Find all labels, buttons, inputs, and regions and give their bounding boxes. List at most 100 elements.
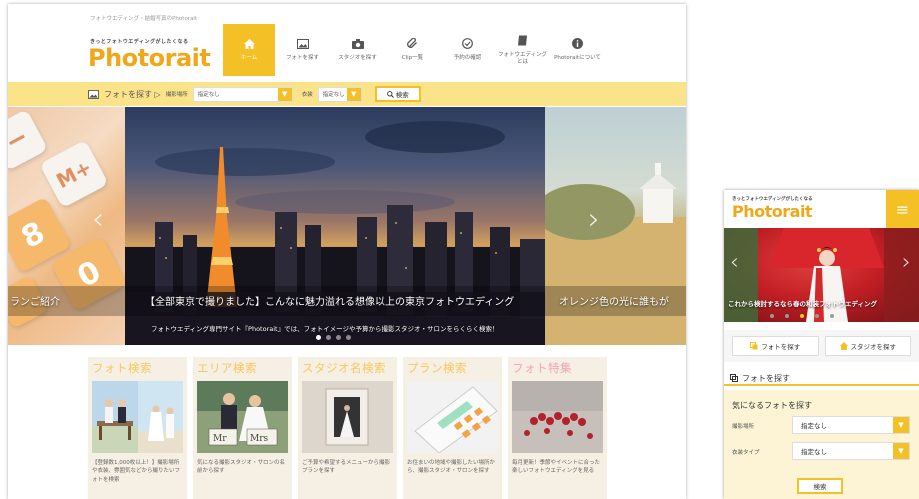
slider-dot[interactable] — [346, 335, 351, 340]
category-description: 毎月更新！季節やイベントに合った楽しいフォトウエディングを見る — [512, 460, 601, 475]
love-petals-photo — [512, 381, 603, 453]
chevron-down-icon: ▼ — [893, 443, 909, 459]
category-photo-search[interactable]: フォト検索 【登録数1,000枚以上！】撮影場所や衣装、雰囲気などから撮りたいフ… — [88, 357, 187, 499]
search-icon — [386, 90, 394, 98]
mobile-costume-label: 衣装タイプ — [732, 450, 760, 456]
slider-dots — [316, 335, 351, 340]
search-button[interactable]: 検索 — [374, 86, 421, 102]
location-select[interactable]: 指定なし ▼ — [192, 86, 293, 102]
camera-icon — [351, 38, 364, 49]
costume-label: 衣装 — [301, 92, 313, 98]
category-description: 気になる撮影スタジオ・サロンの名前から探す — [197, 460, 286, 475]
copy-icon — [750, 342, 758, 350]
slider-dot[interactable] — [830, 314, 834, 318]
nav-home[interactable]: ホーム — [223, 24, 275, 76]
slide-title[interactable]: 【全部東京で撮りました】こんなに魅力溢れる想像以上の東京フォトウエディング — [145, 293, 514, 308]
category-title: フォト検索 — [92, 361, 152, 375]
slider-dot[interactable] — [785, 314, 789, 318]
location-value: 指定なし — [197, 92, 220, 98]
mobile-screenshot: きっとフォトウエディングがしたくなる Photorait ≡ ‹ › これから検… — [724, 190, 919, 499]
image-icon — [296, 38, 309, 49]
mobile-hero-slider[interactable]: ‹ › これから検討するなら春の和装フォトウエディング — [724, 228, 919, 322]
slider-prev-arrow-icon[interactable]: ‹ — [92, 202, 104, 237]
slide-subtitle: フォトウエディング専門サイト『Photorait』では、フォトイメージや予算から… — [151, 325, 499, 333]
nav-about-photowedding[interactable]: フォトウエディングとは — [495, 24, 550, 76]
mobile-costume-value: 指定なし — [801, 448, 827, 456]
slider-dot[interactable] — [770, 314, 774, 318]
tab-label: フォトを探す — [761, 343, 801, 351]
mobile-search-form: 気になるフォトを探す 撮影場所 指定なし ▼ 衣装タイプ 指定なし ▼ 検索 — [724, 390, 919, 499]
mobile-slider-prev-icon[interactable]: ‹ — [730, 250, 739, 275]
slider-dot[interactable] — [316, 335, 321, 340]
category-studio-search[interactable]: スタジオ名検索 ご予算や希望するメニューから撮影プランを探す — [298, 357, 397, 499]
nav-photo-search[interactable]: フォトを探す — [275, 24, 330, 76]
tab-photo-search[interactable]: フォトを探す — [732, 336, 819, 356]
nav-label: 予約の確認 — [453, 55, 482, 62]
mobile-logo-text: Photorait — [732, 202, 813, 221]
calculator-photo — [407, 381, 498, 453]
photo-search-bar: フォトを探す ▷ 撮影場所 指定なし ▼ 衣装 指定なし ▼ 検索 — [8, 82, 686, 106]
mobile-slide-caption: これから検討するなら春の和装フォトウエディング — [728, 300, 878, 308]
mobile-location-select[interactable]: 指定なし ▼ — [792, 416, 910, 434]
image-icon — [88, 89, 99, 99]
nav-clip-list[interactable]: Clip一覧 — [385, 24, 440, 76]
category-cards: フォト検索 【登録数1,000枚以上！】撮影場所や衣装、雰囲気などから撮りたいフ… — [88, 357, 607, 499]
home-icon — [243, 38, 255, 49]
nav-label: Clip一覧 — [401, 55, 424, 62]
nav-studio-search[interactable]: スタジオを探す — [330, 24, 385, 76]
house-icon — [839, 342, 848, 350]
mobile-section-title: フォトを探す — [742, 373, 790, 383]
category-title: エリア検索 — [197, 361, 257, 375]
mobile-tab-bar: フォトを探す スタジオを探す — [724, 330, 919, 362]
category-plan-search[interactable]: プラン検索 お住まいの地域や撮影したい場所から、撮影スタジオ・サロンを探す — [403, 357, 502, 499]
mobile-location-value: 指定なし — [801, 422, 827, 430]
hero-slider: − M+ 8 0 ランご紹介 【全部東京で撮りました】こんなに魅力溢れる想像以上… — [8, 107, 686, 345]
slider-dot[interactable] — [326, 335, 331, 340]
mobile-search-button[interactable]: 検索 — [797, 478, 843, 494]
chevron-down-icon: ▼ — [346, 87, 361, 101]
slider-dot[interactable] — [800, 314, 804, 318]
logo-text: Photorait — [88, 44, 211, 72]
copy-icon — [730, 374, 738, 382]
info-icon — [572, 38, 583, 50]
category-description: お住まいの地域や撮影したい場所から、撮影スタジオ・サロンを探す — [407, 460, 496, 475]
book-icon — [518, 35, 527, 46]
slider-next-arrow-icon[interactable]: › — [588, 202, 600, 237]
mobile-logo[interactable]: Photorait — [732, 202, 813, 221]
tab-label: スタジオを探す — [850, 343, 897, 351]
mobile-costume-select[interactable]: 指定なし ▼ — [792, 442, 910, 460]
nav-reservation[interactable]: 予約の確認 — [440, 24, 495, 76]
nav-label: フォトウエディングとは — [497, 52, 548, 65]
nav-label: Photoraitについて — [554, 55, 601, 62]
hamburger-menu-icon[interactable]: ≡ — [886, 190, 919, 228]
slider-dot[interactable] — [815, 314, 819, 318]
nav-about-photorait[interactable]: Photoraitについて — [550, 24, 605, 76]
search-button-label: 検索 — [395, 91, 409, 99]
mobile-location-label: 撮影場所 — [732, 424, 755, 430]
category-photo-feature[interactable]: フォト特集 毎月更新！季節やイベントに合った楽しいフォトウエディングを見る — [508, 357, 607, 499]
slider-dot[interactable] — [336, 335, 341, 340]
nav-label: フォトを探す — [285, 54, 319, 61]
site-tagline: フォトウエディング・結婚写真のPhotorait — [90, 16, 198, 22]
category-area-search[interactable]: エリア検索 Mr Mrs 気になる撮影スタジオ・サロンの名前から探す — [193, 357, 292, 499]
desktop-screenshot: フォトウエディング・結婚写真のPhotorait きっとフォトウエディングがした… — [8, 4, 686, 499]
clip-icon — [407, 38, 417, 49]
category-title: フォト特集 — [512, 361, 572, 375]
mobile-form-title: 気になるフォトを探す — [732, 401, 812, 410]
logo[interactable]: Photorait — [88, 44, 211, 72]
location-label: 撮影場所 — [165, 92, 188, 98]
svg-text:Mr: Mr — [213, 434, 227, 444]
nav-label: スタジオを探す — [338, 54, 377, 61]
framed-photo-image — [302, 381, 393, 453]
nav-label: ホーム — [240, 54, 258, 61]
tab-studio-search[interactable]: スタジオを探す — [824, 336, 911, 356]
category-description: 【登録数1,000枚以上！】撮影場所や衣装、雰囲気などから撮りたいフォトを検索 — [92, 460, 181, 483]
mobile-search-label: 検索 — [813, 483, 827, 491]
mobile-slider-next-icon[interactable]: › — [902, 250, 911, 275]
costume-select[interactable]: 指定なし ▼ — [317, 86, 362, 102]
mobile-section-header: フォトを探す — [724, 372, 919, 386]
category-title: プラン検索 — [407, 361, 467, 375]
mobile-slider-dots — [770, 314, 834, 318]
svg-text:Mrs: Mrs — [250, 434, 269, 444]
search-bar-title: フォトを探す ▷ — [104, 89, 161, 99]
